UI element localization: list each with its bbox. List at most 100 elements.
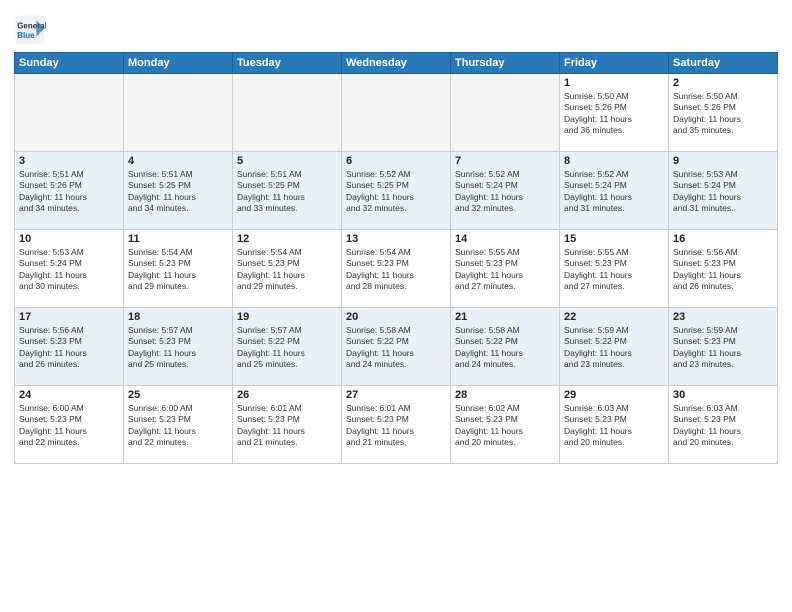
day-info: Sunrise: 5:53 AM Sunset: 5:24 PM Dayligh… [19, 247, 119, 293]
day-info: Sunrise: 5:56 AM Sunset: 5:23 PM Dayligh… [19, 325, 119, 371]
day-info: Sunrise: 6:03 AM Sunset: 5:23 PM Dayligh… [564, 403, 664, 449]
calendar-cell: 3 Sunrise: 5:51 AM Sunset: 5:26 PM Daylig… [15, 152, 124, 230]
day-number: 25 [128, 389, 228, 401]
logo: General Blue [14, 14, 46, 46]
calendar-week-4: 17Sunrise: 5:56 AM Sunset: 5:23 PM Dayli… [15, 308, 778, 386]
calendar-cell: 5 Sunrise: 5:51 AM Sunset: 5:25 PM Daylig… [233, 152, 342, 230]
day-number: 30 [673, 389, 773, 401]
day-info: Sunrise: 5:54 AM Sunset: 5:23 PM Dayligh… [237, 247, 337, 293]
calendar-cell: 16Sunrise: 5:56 AM Sunset: 5:23 PM Dayli… [669, 230, 778, 308]
day-info: Sunrise: 5:57 AM Sunset: 5:23 PM Dayligh… [128, 325, 228, 371]
day-number: 11 [128, 233, 228, 245]
day-info: Sunrise: 5:59 AM Sunset: 5:23 PM Dayligh… [673, 325, 773, 371]
calendar-cell: 27 Sunrise: 6:01 AM Sunset: 5:23 PM Dayli… [342, 386, 451, 464]
calendar-week-1: 1Sunrise: 5:50 AM Sunset: 5:26 PM Daylig… [15, 74, 778, 152]
day-number: 10 [19, 233, 119, 245]
day-info: Sunrise: 5:59 AM Sunset: 5:22 PM Dayligh… [564, 325, 664, 371]
calendar-cell: 23 Sunrise: 5:59 AM Sunset: 5:23 PM Dayli… [669, 308, 778, 386]
day-number: 15 [564, 233, 664, 245]
logo-icon: General Blue [14, 14, 46, 46]
calendar-cell [342, 74, 451, 152]
day-number: 19 [237, 311, 337, 323]
day-info: Sunrise: 5:51 AM Sunset: 5:25 PM Dayligh… [128, 169, 228, 215]
weekday-sunday: Sunday [15, 53, 124, 74]
weekday-monday: Monday [124, 53, 233, 74]
calendar-cell: 24 Sunrise: 6:00 AM Sunset: 5:23 PM Dayli… [15, 386, 124, 464]
calendar-cell: 25 Sunrise: 6:00 AM Sunset: 5:23 PM Dayli… [124, 386, 233, 464]
day-info: Sunrise: 5:55 AM Sunset: 5:23 PM Dayligh… [564, 247, 664, 293]
calendar-body: 1Sunrise: 5:50 AM Sunset: 5:26 PM Daylig… [15, 74, 778, 464]
calendar-cell: 10 Sunrise: 5:53 AM Sunset: 5:24 PM Dayli… [15, 230, 124, 308]
calendar-cell: 13Sunrise: 5:54 AM Sunset: 5:23 PM Dayli… [342, 230, 451, 308]
calendar-cell: 4 Sunrise: 5:51 AM Sunset: 5:25 PM Daylig… [124, 152, 233, 230]
day-number: 2 [673, 77, 773, 89]
calendar-cell [15, 74, 124, 152]
weekday-friday: Friday [560, 53, 669, 74]
weekday-thursday: Thursday [451, 53, 560, 74]
day-info: Sunrise: 6:00 AM Sunset: 5:23 PM Dayligh… [19, 403, 119, 449]
calendar-cell: 8 Sunrise: 5:52 AM Sunset: 5:24 PM Daylig… [560, 152, 669, 230]
weekday-tuesday: Tuesday [233, 53, 342, 74]
day-number: 3 [19, 155, 119, 167]
calendar-cell [233, 74, 342, 152]
day-number: 4 [128, 155, 228, 167]
day-info: Sunrise: 6:02 AM Sunset: 5:23 PM Dayligh… [455, 403, 555, 449]
calendar-cell: 22Sunrise: 5:59 AM Sunset: 5:22 PM Dayli… [560, 308, 669, 386]
day-info: Sunrise: 5:51 AM Sunset: 5:26 PM Dayligh… [19, 169, 119, 215]
day-number: 6 [346, 155, 446, 167]
calendar-cell: 17Sunrise: 5:56 AM Sunset: 5:23 PM Dayli… [15, 308, 124, 386]
day-info: Sunrise: 5:58 AM Sunset: 5:22 PM Dayligh… [455, 325, 555, 371]
calendar-week-3: 10 Sunrise: 5:53 AM Sunset: 5:24 PM Dayli… [15, 230, 778, 308]
day-number: 20 [346, 311, 446, 323]
day-info: Sunrise: 5:55 AM Sunset: 5:23 PM Dayligh… [455, 247, 555, 293]
day-info: Sunrise: 6:01 AM Sunset: 5:23 PM Dayligh… [346, 403, 446, 449]
calendar-cell: 11Sunrise: 5:54 AM Sunset: 5:23 PM Dayli… [124, 230, 233, 308]
day-number: 27 [346, 389, 446, 401]
day-info: Sunrise: 6:00 AM Sunset: 5:23 PM Dayligh… [128, 403, 228, 449]
calendar-week-2: 3 Sunrise: 5:51 AM Sunset: 5:26 PM Daylig… [15, 152, 778, 230]
day-number: 5 [237, 155, 337, 167]
calendar-table: SundayMondayTuesdayWednesdayThursdayFrid… [14, 52, 778, 464]
day-number: 16 [673, 233, 773, 245]
day-info: Sunrise: 5:54 AM Sunset: 5:23 PM Dayligh… [346, 247, 446, 293]
day-number: 12 [237, 233, 337, 245]
day-number: 7 [455, 155, 555, 167]
calendar-cell: 30 Sunrise: 6:03 AM Sunset: 5:23 PM Dayli… [669, 386, 778, 464]
day-info: Sunrise: 5:52 AM Sunset: 5:24 PM Dayligh… [564, 169, 664, 215]
calendar-cell: 12 Sunrise: 5:54 AM Sunset: 5:23 PM Dayli… [233, 230, 342, 308]
calendar-cell: 15 Sunrise: 5:55 AM Sunset: 5:23 PM Dayli… [560, 230, 669, 308]
page-container: General Blue SundayMondayTuesdayWednesda… [0, 0, 792, 470]
calendar-cell: 2Sunrise: 5:50 AM Sunset: 5:26 PM Daylig… [669, 74, 778, 152]
calendar-cell: 19 Sunrise: 5:57 AM Sunset: 5:22 PM Dayli… [233, 308, 342, 386]
calendar-cell [124, 74, 233, 152]
calendar-cell: 9 Sunrise: 5:53 AM Sunset: 5:24 PM Daylig… [669, 152, 778, 230]
day-number: 14 [455, 233, 555, 245]
calendar-cell: 18 Sunrise: 5:57 AM Sunset: 5:23 PM Dayli… [124, 308, 233, 386]
calendar-cell [451, 74, 560, 152]
day-info: Sunrise: 6:03 AM Sunset: 5:23 PM Dayligh… [673, 403, 773, 449]
day-info: Sunrise: 5:57 AM Sunset: 5:22 PM Dayligh… [237, 325, 337, 371]
calendar-cell: 28 Sunrise: 6:02 AM Sunset: 5:23 PM Dayli… [451, 386, 560, 464]
day-info: Sunrise: 5:53 AM Sunset: 5:24 PM Dayligh… [673, 169, 773, 215]
calendar-cell: 20 Sunrise: 5:58 AM Sunset: 5:22 PM Dayli… [342, 308, 451, 386]
day-number: 1 [564, 77, 664, 89]
calendar-week-5: 24 Sunrise: 6:00 AM Sunset: 5:23 PM Dayli… [15, 386, 778, 464]
day-info: Sunrise: 5:51 AM Sunset: 5:25 PM Dayligh… [237, 169, 337, 215]
day-info: Sunrise: 5:52 AM Sunset: 5:24 PM Dayligh… [455, 169, 555, 215]
day-number: 9 [673, 155, 773, 167]
calendar-cell: 1Sunrise: 5:50 AM Sunset: 5:26 PM Daylig… [560, 74, 669, 152]
day-info: Sunrise: 5:52 AM Sunset: 5:25 PM Dayligh… [346, 169, 446, 215]
day-number: 21 [455, 311, 555, 323]
calendar-cell: 7 Sunrise: 5:52 AM Sunset: 5:24 PM Daylig… [451, 152, 560, 230]
day-number: 28 [455, 389, 555, 401]
svg-text:Blue: Blue [17, 31, 35, 40]
day-number: 26 [237, 389, 337, 401]
day-number: 23 [673, 311, 773, 323]
day-info: Sunrise: 6:01 AM Sunset: 5:23 PM Dayligh… [237, 403, 337, 449]
weekday-wednesday: Wednesday [342, 53, 451, 74]
day-info: Sunrise: 5:58 AM Sunset: 5:22 PM Dayligh… [346, 325, 446, 371]
day-number: 24 [19, 389, 119, 401]
calendar-cell: 6 Sunrise: 5:52 AM Sunset: 5:25 PM Daylig… [342, 152, 451, 230]
day-number: 18 [128, 311, 228, 323]
day-number: 8 [564, 155, 664, 167]
